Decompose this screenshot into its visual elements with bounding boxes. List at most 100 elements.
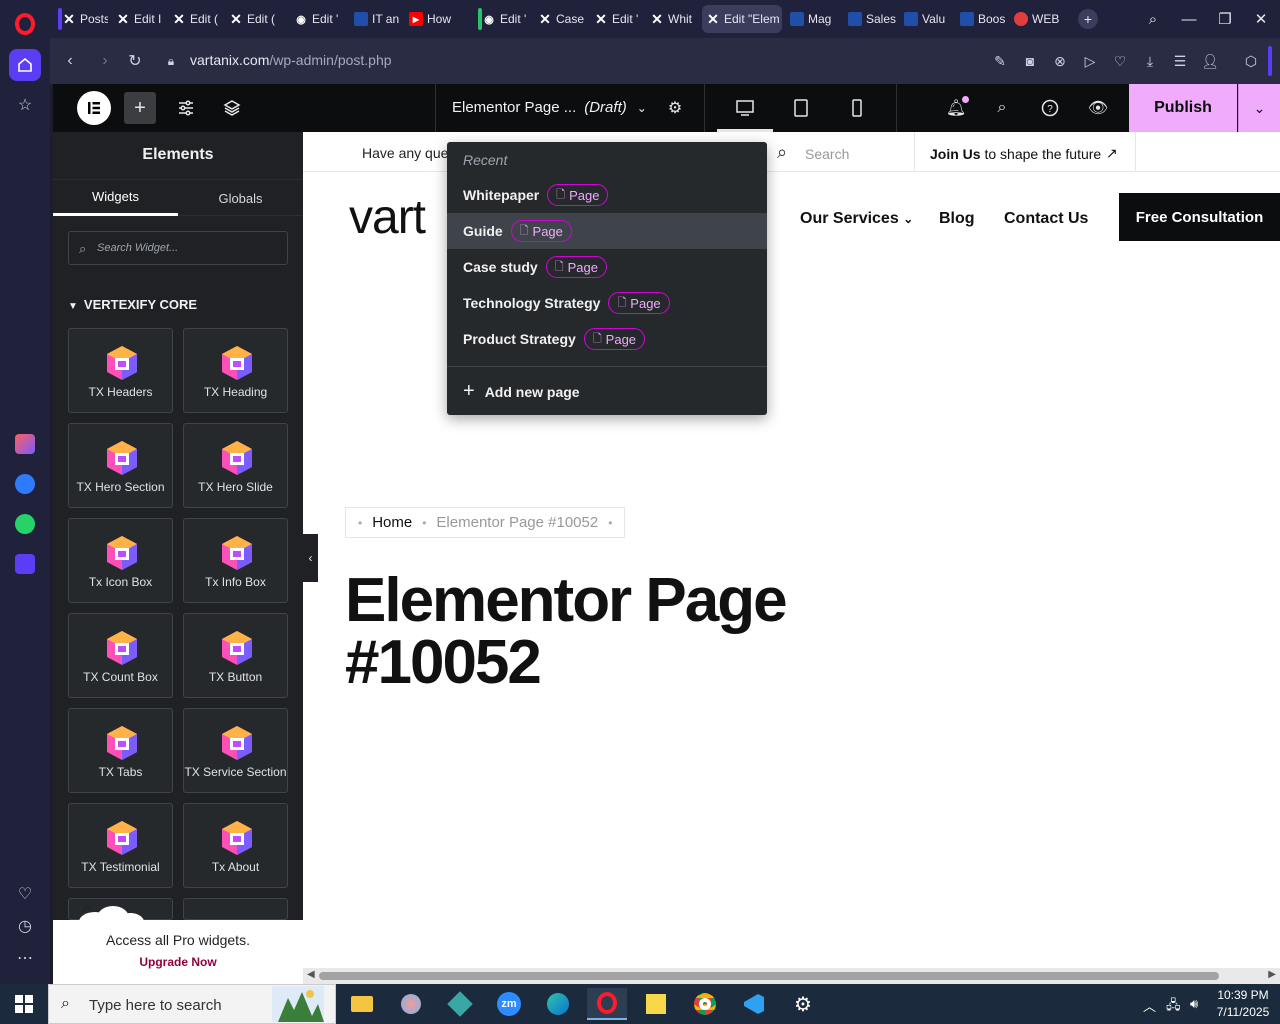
widget-tile[interactable]: TX Hero Section <box>68 423 173 508</box>
document-title-menu[interactable]: Elementor Page ... (Draft) ⌄ <box>452 99 647 116</box>
forward-icon[interactable]: › <box>94 50 116 72</box>
browser-tab[interactable]: ✕ Edit I <box>112 5 164 33</box>
site-search-input[interactable]: Search <box>805 146 849 162</box>
start-button[interactable] <box>0 984 48 1024</box>
opera-taskbar-icon[interactable] <box>587 988 627 1020</box>
music-player-icon[interactable] <box>9 548 41 580</box>
browser-tab[interactable]: Valu <box>900 5 952 33</box>
recent-page-item[interactable]: Guide 🗋︎ Page <box>447 213 767 249</box>
network-icon[interactable]: 🖧︎ <box>1166 996 1181 1018</box>
free-consultation-button[interactable]: Free Consultation <box>1119 193 1280 241</box>
star-icon[interactable]: ☆ <box>9 89 41 121</box>
edit-icon[interactable]: ✎ <box>989 50 1011 72</box>
widget-search-input[interactable] <box>97 232 282 264</box>
settings-gear-icon[interactable]: ⚙ <box>783 988 823 1020</box>
horizontal-scrollbar[interactable]: ◀ ▶ <box>303 968 1280 984</box>
browser-tab[interactable]: ✕ Edit ( <box>225 5 277 33</box>
edge-browser-icon[interactable] <box>538 988 578 1020</box>
zoom-app-icon[interactable]: zm <box>489 988 529 1020</box>
minimize-button[interactable]: — <box>1177 8 1201 30</box>
site-settings-icon[interactable] <box>170 92 202 124</box>
browser-tab[interactable]: ✕ Edit ' <box>590 5 642 33</box>
browser-tab[interactable]: ✕ Edit ( <box>168 5 220 33</box>
lock-icon[interactable]: 🔒︎ <box>160 50 182 72</box>
browser-tab[interactable]: WEB <box>1010 5 1062 33</box>
scroll-left-icon[interactable]: ◀ <box>307 969 315 980</box>
camera-icon[interactable]: ◙ <box>1019 50 1041 72</box>
browser-tab[interactable]: IT an <box>350 5 402 33</box>
browser-tab[interactable]: Sales <box>844 5 896 33</box>
widget-tile[interactable]: TX Heading <box>183 328 288 413</box>
browser-tab[interactable]: Boos <box>956 5 1008 33</box>
extensions-cube-icon[interactable]: ⬡ <box>1240 50 1262 72</box>
download-icon[interactable]: ⤓ <box>1139 50 1161 72</box>
browser-tab[interactable]: ✕ Edit "Elem <box>702 5 782 33</box>
tab-widgets[interactable]: Widgets <box>53 180 178 216</box>
help-icon[interactable]: ? <box>1034 92 1066 124</box>
bookmark-heart-icon[interactable]: ♡ <box>1109 50 1131 72</box>
browser-tab[interactable]: ✕ Case <box>534 5 586 33</box>
browser-tab[interactable]: ✕ Whit <box>646 5 698 33</box>
history-icon[interactable]: ◷ <box>9 910 41 942</box>
vscode-icon[interactable] <box>734 988 774 1020</box>
recent-page-item[interactable]: Whitepaper 🗋︎ Page <box>447 177 767 213</box>
url-field[interactable]: vartanix.com/wp-admin/post.php <box>190 52 392 68</box>
chrome-icon[interactable] <box>685 988 725 1020</box>
widget-tile[interactable]: TX Button <box>183 613 288 698</box>
tab-globals[interactable]: Globals <box>178 180 303 216</box>
show-hidden-icons-chevron-icon[interactable]: ︿ <box>1143 996 1156 1015</box>
reload-icon[interactable]: ↻ <box>124 50 146 72</box>
clock-time[interactable]: 10:39 PM <box>1210 988 1276 1002</box>
heart-icon[interactable]: ♡ <box>9 878 41 910</box>
paint-app-icon[interactable] <box>391 988 431 1020</box>
recent-page-item[interactable]: Technology Strategy 🗋︎ Page <box>447 285 767 321</box>
widget-tile[interactable]: TX Tabs <box>68 708 173 793</box>
adblock-icon[interactable]: ⊗ <box>1049 50 1071 72</box>
page-settings-gear-icon[interactable]: ⚙ <box>659 92 691 124</box>
desktop-view-icon[interactable] <box>729 92 761 124</box>
clock-date[interactable]: 7/11/2025 <box>1210 1005 1276 1019</box>
dev-tool-icon[interactable] <box>440 988 480 1020</box>
profile-icon[interactable]: 👤︎ <box>1199 50 1221 72</box>
volume-icon[interactable]: 🔊︎ <box>1190 996 1198 1012</box>
widget-tile[interactable] <box>183 898 288 920</box>
widget-tile[interactable]: TX Service Section <box>183 708 288 793</box>
widget-tile[interactable]: Tx About <box>183 803 288 888</box>
send-icon[interactable]: ▷ <box>1079 50 1101 72</box>
easy-setup-icon[interactable]: ☰ <box>1169 50 1191 72</box>
publish-options-chevron-icon[interactable]: ⌄ <box>1238 84 1280 132</box>
publish-button[interactable]: Publish <box>1129 84 1237 132</box>
recent-page-item[interactable]: Case study 🗋︎ Page <box>447 249 767 285</box>
upgrade-now-link[interactable]: Upgrade Now <box>53 955 303 969</box>
browser-tab[interactable]: ▶ How <box>405 5 470 33</box>
nav-contact-us[interactable]: Contact Us <box>1004 210 1088 228</box>
mobile-view-icon[interactable] <box>841 92 873 124</box>
widget-tile[interactable]: TX Count Box <box>68 613 173 698</box>
browser-tab[interactable]: ✕ Posts <box>58 5 108 33</box>
messenger-icon[interactable] <box>9 468 41 500</box>
aria-app-icon[interactable] <box>9 428 41 460</box>
sticky-notes-icon[interactable] <box>636 988 676 1020</box>
browser-tab[interactable]: Mag <box>786 5 838 33</box>
new-tab-button[interactable]: + <box>1078 9 1098 29</box>
close-window-button[interactable]: ✕ <box>1249 8 1273 30</box>
browser-tab[interactable]: ◉ Edit ' <box>290 5 345 33</box>
file-explorer-icon[interactable] <box>342 988 382 1020</box>
scrollbar-thumb[interactable] <box>319 972 1219 980</box>
widget-tile[interactable]: Tx Info Box <box>183 518 288 603</box>
back-icon[interactable]: ‹ <box>59 50 81 72</box>
notifications-icon[interactable]: 🔔︎ <box>940 92 972 124</box>
add-new-page-button[interactable]: + Add new page <box>463 380 580 403</box>
preview-eye-icon[interactable]: 👁︎ <box>1082 92 1114 124</box>
more-icon[interactable]: ⋯ <box>9 942 41 974</box>
restore-button[interactable]: ❐ <box>1213 8 1237 30</box>
widget-tile[interactable]: TX Hero Slide <box>183 423 288 508</box>
site-logo[interactable]: vart <box>349 190 426 245</box>
home-icon[interactable] <box>9 49 41 81</box>
elementor-logo-icon[interactable] <box>77 91 111 125</box>
opera-logo-icon[interactable] <box>9 8 41 40</box>
site-search-icon[interactable]: ⌕ <box>777 142 787 163</box>
whatsapp-icon[interactable] <box>9 508 41 540</box>
widget-tile[interactable]: TX Headers <box>68 328 173 413</box>
collapse-panel-chevron-icon[interactable]: ‹ <box>303 534 318 582</box>
